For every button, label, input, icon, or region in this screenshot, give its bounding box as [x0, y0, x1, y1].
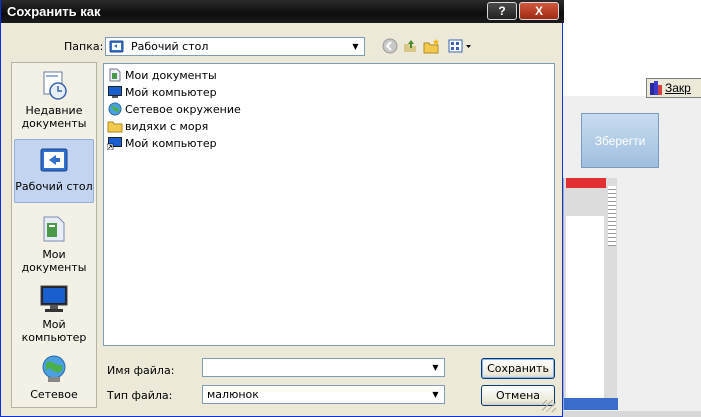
place-recent-documents-label: Недавние документы	[21, 104, 87, 130]
close-button[interactable]: X	[519, 2, 559, 20]
place-my-documents-label: Мои документы	[21, 248, 87, 274]
background-close-button[interactable]: Закр	[646, 78, 701, 98]
desktop-icon	[109, 39, 127, 55]
place-my-computer[interactable]: Мой компьютер	[14, 283, 94, 347]
dialog-titlebar[interactable]: Сохранить как ? X	[1, 0, 564, 23]
file-name: видяхи с моря	[125, 119, 209, 133]
list-item[interactable]: Мой компьютер	[107, 84, 217, 100]
chevron-down-icon[interactable]: ▼	[427, 359, 444, 376]
network-icon	[107, 102, 123, 116]
filetype-value: малюнок	[207, 388, 259, 401]
background-close-label: Закр	[665, 81, 691, 95]
filename-input[interactable]: ▼	[202, 358, 445, 377]
list-item[interactable]: Мой компьютер	[106, 135, 217, 151]
filetype-select[interactable]: малюнок ▼	[202, 385, 445, 404]
place-my-computer-label: Мой компьютер	[21, 318, 87, 344]
chevron-down-icon[interactable]: ▼	[427, 386, 444, 403]
file-list[interactable]: Мои документы Мой компьютер Сетевое окру…	[103, 63, 555, 346]
up-folder-icon	[404, 40, 416, 52]
desktop-icon	[38, 145, 70, 177]
place-network-label: Сетевое	[30, 388, 78, 401]
view-menu-button[interactable]	[447, 37, 475, 55]
file-name: Сетевое окружение	[125, 102, 241, 116]
list-item[interactable]: Мои документы	[107, 67, 217, 83]
new-folder-icon	[423, 39, 439, 54]
file-name: Мои документы	[125, 68, 217, 82]
my-documents-icon	[107, 68, 123, 82]
background-document-preview	[563, 178, 618, 410]
save-as-dialog: Сохранить как ? X Папка: Рабочий стол ▼	[0, 0, 564, 417]
help-button[interactable]: ?	[487, 2, 517, 20]
new-folder-button[interactable]	[423, 37, 441, 55]
place-desktop-label: Рабочий стол	[15, 180, 93, 193]
my-computer-icon	[38, 283, 70, 315]
folder-icon	[107, 119, 123, 133]
place-desktop[interactable]: Рабочий стол	[14, 139, 94, 203]
filetype-label: Тип файла:	[107, 389, 173, 402]
place-network[interactable]: Сетевое	[14, 353, 94, 407]
my-documents-icon	[38, 213, 70, 245]
back-button[interactable]	[381, 37, 399, 55]
back-icon	[382, 38, 398, 54]
folder-value: Рабочий стол	[131, 40, 209, 53]
view-menu-icon	[448, 39, 471, 53]
help-icon: ?	[498, 4, 506, 18]
save-button[interactable]: Сохранить	[481, 358, 555, 379]
file-name: Мой компьютер	[125, 136, 217, 150]
list-item[interactable]: Сетевое окружение	[107, 101, 241, 117]
close-icon: X	[534, 4, 543, 18]
file-name: Мой компьютер	[125, 85, 217, 99]
folder-label: Папка:	[64, 40, 104, 53]
screen: Закр Зберегти Сохранить как ? X Папка: Р…	[0, 0, 701, 417]
books-icon	[650, 81, 662, 95]
places-bar: Недавние документы Рабочий стол Мои доку…	[11, 62, 97, 408]
up-folder-button[interactable]	[401, 37, 419, 55]
folder-select[interactable]: Рабочий стол ▼	[105, 37, 365, 56]
dialog-title: Сохранить как	[7, 4, 101, 19]
filename-label: Имя файла:	[107, 364, 175, 377]
chevron-down-icon[interactable]: ▼	[347, 38, 364, 55]
computer-shortcut-icon	[106, 136, 123, 151]
recent-documents-icon	[38, 69, 70, 101]
place-my-documents[interactable]: Мои документы	[14, 213, 94, 274]
network-icon	[38, 353, 70, 385]
place-recent-documents[interactable]: Недавние документы	[14, 69, 94, 137]
list-item[interactable]: видяхи с моря	[107, 118, 208, 134]
background-statusbar	[563, 411, 701, 417]
computer-icon	[107, 85, 123, 99]
background-save-button[interactable]: Зберегти	[581, 113, 659, 168]
resize-grip[interactable]	[542, 400, 556, 412]
